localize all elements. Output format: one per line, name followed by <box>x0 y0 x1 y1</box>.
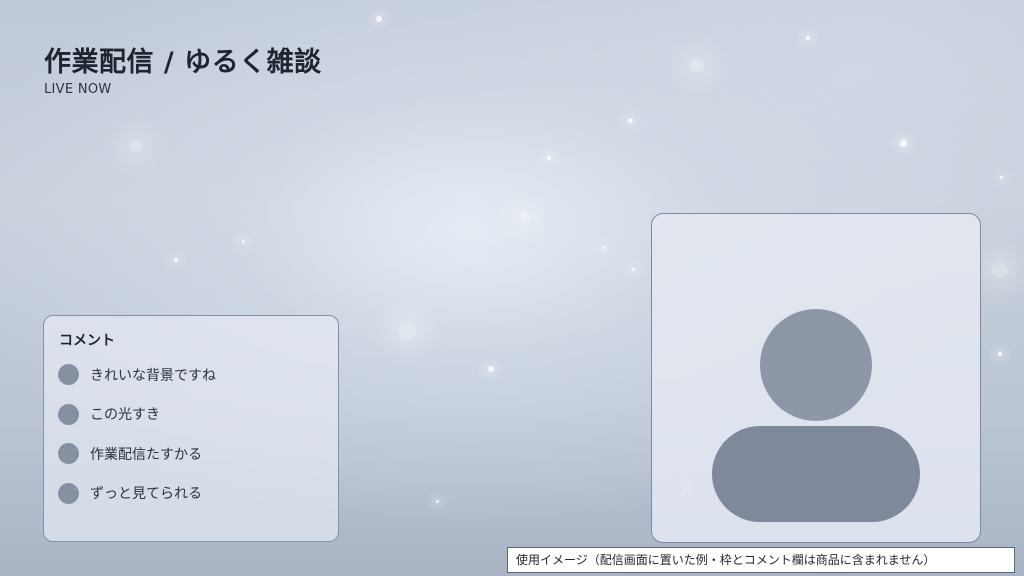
bokeh-particle <box>992 262 1008 278</box>
bokeh-particle <box>174 258 178 262</box>
bokeh-particle <box>242 240 245 243</box>
comment-item: ずっと見てられる <box>58 482 216 504</box>
user-avatar-icon <box>58 443 79 464</box>
comment-list: きれいな背景ですね この光すき 作業配信たすかる ずっと見てられる <box>58 364 216 522</box>
comment-panel: コメント きれいな背景ですね この光すき 作業配信たすかる ずっと見てられる <box>43 315 339 542</box>
silhouette-head <box>760 309 872 421</box>
bokeh-particle <box>398 322 416 340</box>
usage-caption: 使用イメージ（配信画面に置いた例・枠とコメント欄は商品に含まれません） <box>507 547 1015 573</box>
bokeh-particle <box>806 36 810 40</box>
bokeh-particle <box>376 16 382 22</box>
bokeh-particle <box>602 246 605 249</box>
comment-text: 作業配信たすかる <box>90 446 202 463</box>
bokeh-particle <box>130 140 142 152</box>
comment-text: この光すき <box>90 407 160 423</box>
bokeh-particle <box>520 212 530 222</box>
bokeh-particle <box>547 156 551 160</box>
live-status: LIVE NOW <box>44 82 112 97</box>
bokeh-particle <box>632 268 635 271</box>
user-avatar-icon <box>58 403 79 425</box>
comment-text: ずっと見てられる <box>90 486 202 502</box>
bokeh-particle <box>488 366 494 372</box>
bokeh-particle <box>998 352 1002 356</box>
comment-item: 作業配信たすかる <box>58 443 216 464</box>
bokeh-particle <box>690 58 704 72</box>
camera-frame <box>651 213 981 543</box>
comment-panel-title: コメント <box>59 333 115 349</box>
bokeh-particle <box>900 140 907 147</box>
bokeh-particle <box>1000 176 1003 179</box>
bokeh-particle <box>436 500 439 503</box>
stream-title: 作業配信 / ゆるく雑談 <box>44 47 322 78</box>
bokeh-particle <box>628 118 633 123</box>
user-avatar-icon <box>58 364 79 385</box>
user-avatar-icon <box>58 482 79 504</box>
comment-item: この光すき <box>58 403 216 425</box>
silhouette-body <box>712 426 920 522</box>
comment-item: きれいな背景ですね <box>58 364 216 385</box>
comment-text: きれいな背景ですね <box>90 367 216 384</box>
